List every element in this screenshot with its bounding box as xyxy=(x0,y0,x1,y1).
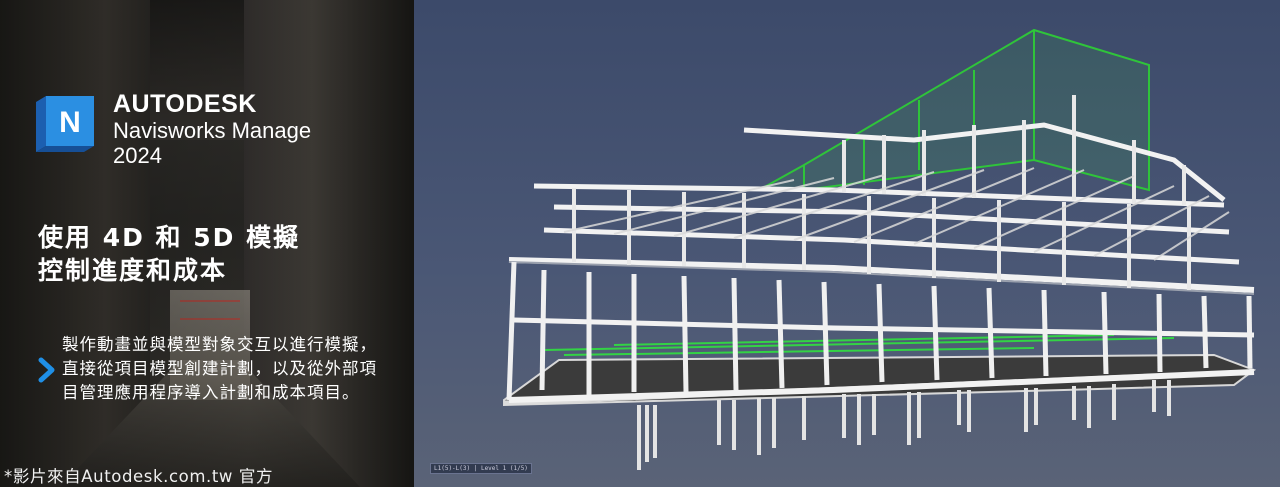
promo-panel: N AUTODESK Navisworks Manage 2024 使用 4D … xyxy=(0,0,414,487)
logo-letter: N xyxy=(59,106,81,139)
description-line: 直接從項目模型創建計劃，以及從外部項 xyxy=(62,359,377,378)
ground-level-highlight xyxy=(543,334,1175,356)
navisworks-logo-icon: N xyxy=(36,96,94,152)
headline-line: 控制進度和成本 xyxy=(38,256,228,285)
product-title: AUTODESK Navisworks Manage 2024 xyxy=(113,90,311,168)
viewport-status: L1(5)-L(3) | Level 1 (1/5) xyxy=(430,463,532,474)
model-viewport: L1(5)-L(3) | Level 1 (1/5) xyxy=(414,0,1280,487)
banner: N AUTODESK Navisworks Manage 2024 使用 4D … xyxy=(0,0,1280,487)
description-line: 製作動畫並與模型對象交互以進行模擬， xyxy=(62,335,377,354)
description-line: 目管理應用程序導入計劃和成本項目。 xyxy=(62,383,360,402)
selected-element-highlight xyxy=(755,28,1150,192)
source-caption: *影片來自Autodesk.com.tw 官方 xyxy=(4,467,274,486)
product-year: 2024 xyxy=(113,143,162,168)
brand-name: AUTODESK xyxy=(113,90,257,118)
feature-description: 製作動畫並與模型對象交互以進行模擬， 直接從項目模型創建計劃，以及從外部項 目管… xyxy=(62,333,407,405)
headline-line: 使用 4D 和 5D 模擬 xyxy=(38,223,301,252)
chevron-right-icon xyxy=(38,357,55,383)
product-name: Navisworks Manage xyxy=(113,118,312,143)
structural-model xyxy=(503,28,1257,470)
headline: 使用 4D 和 5D 模擬 控制進度和成本 xyxy=(38,221,300,287)
